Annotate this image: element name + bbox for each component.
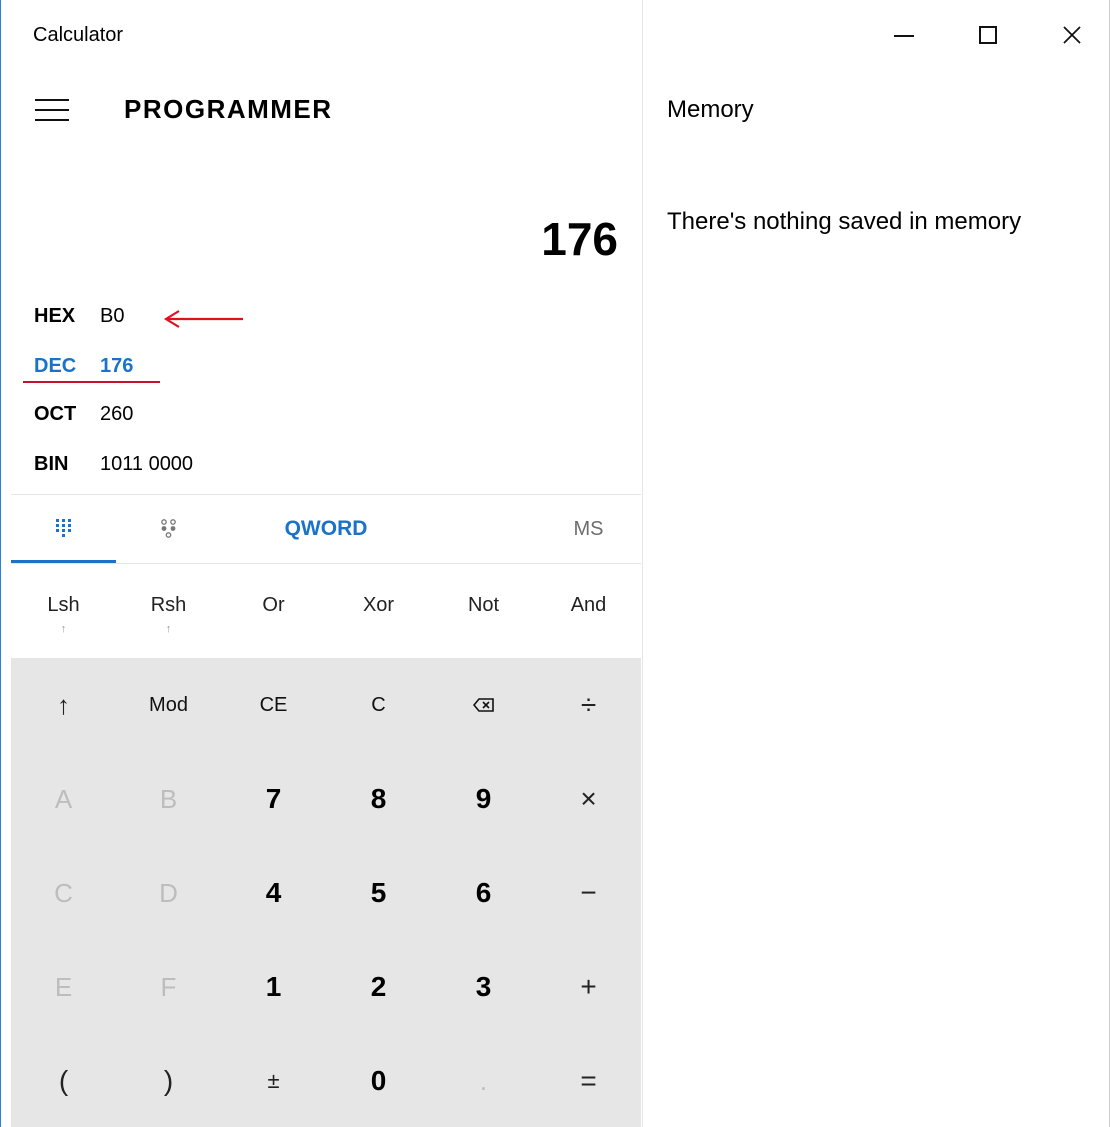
digit-6-button[interactable]: 6 (431, 846, 536, 940)
hex-b-button: B (159, 783, 178, 814)
radix-label: DEC (34, 355, 77, 377)
open-paren-button[interactable]: ( (11, 1034, 116, 1127)
calculator-window: Calculator PROGRAMMER 176 HEX B0 DEC 176… (0, 0, 1110, 1127)
radix-label: HEX (34, 305, 76, 327)
minimize-button[interactable] (876, 8, 932, 62)
display-value: 176 (541, 213, 618, 265)
radix-value: 260 (100, 403, 134, 425)
hamburger-icon-line (35, 119, 69, 121)
hex-f-button: F (160, 971, 177, 1002)
memory-store-button[interactable]: MS (536, 495, 641, 563)
radix-oct[interactable]: OCT 260 (34, 403, 133, 426)
shift-indicator: ↑ (165, 623, 172, 635)
memory-empty-message: There's nothing saved in memory (667, 208, 1022, 235)
calculator-panel: PROGRAMMER 176 HEX B0 DEC 176 OCT 260 BI… (1, 0, 643, 1127)
digit-5-button[interactable]: 5 (326, 846, 431, 940)
close-button[interactable] (1044, 8, 1100, 62)
digit-9-button[interactable]: 9 (431, 752, 536, 846)
radix-hex[interactable]: HEX B0 (34, 305, 124, 328)
digit-8-button[interactable]: 8 (326, 752, 431, 846)
xor-button[interactable]: Xor (326, 564, 431, 658)
backspace-icon (472, 698, 494, 712)
radix-value: 176 (100, 355, 134, 377)
radix-dec[interactable]: DEC 176 (34, 355, 133, 378)
digit-7-button[interactable]: 7 (221, 752, 326, 846)
maximize-icon (979, 26, 997, 44)
hamburger-menu-button[interactable] (33, 95, 71, 125)
radix-label: BIN (34, 453, 69, 475)
and-button[interactable]: And (536, 564, 641, 658)
decimal-button: . (479, 1065, 488, 1096)
bitwise-label: Or (262, 594, 285, 616)
close-icon (1063, 26, 1081, 44)
divide-button[interactable]: ÷ (536, 658, 641, 752)
backspace-button[interactable] (431, 658, 536, 752)
shift-indicator: ↑ (60, 623, 67, 635)
annotation-underline (23, 381, 160, 383)
minimize-icon (894, 35, 914, 37)
full-keypad-tab[interactable] (11, 495, 116, 563)
digit-4-button[interactable]: 4 (221, 846, 326, 940)
radix-bin[interactable]: BIN 1011 0000 (34, 453, 193, 476)
bitwise-label: Lsh (47, 594, 80, 616)
radix-label: OCT (34, 403, 77, 425)
close-paren-button[interactable]: ) (116, 1034, 221, 1127)
radix-value: B0 (100, 305, 125, 327)
radix-value: 1011 0000 (100, 453, 194, 475)
keypad: ↑ Mod CE C ÷ A B 7 8 9 × C D 4 5 6 − E F… (11, 658, 641, 1127)
bitwise-row: Lsh ↑ Rsh ↑ Or Xor Not And (11, 564, 641, 658)
mod-button[interactable]: Mod (116, 658, 221, 752)
shift-up-button[interactable]: ↑ (11, 658, 116, 752)
bitwise-label: Xor (362, 594, 395, 616)
bitwise-label: And (570, 594, 607, 616)
rsh-button[interactable]: Rsh ↑ (116, 564, 221, 658)
word-size-button[interactable]: QWORD (221, 495, 431, 563)
annotation-arrow-icon (163, 310, 243, 328)
bitwise-label: Rsh (150, 594, 187, 616)
multiply-button[interactable]: × (536, 752, 641, 846)
lsh-button[interactable]: Lsh ↑ (11, 564, 116, 658)
clear-button[interactable]: C (326, 658, 431, 752)
digit-2-button[interactable]: 2 (326, 940, 431, 1034)
hex-d-button: D (159, 877, 178, 908)
memory-title: Memory (667, 96, 754, 123)
digit-0-button[interactable]: 0 (326, 1034, 431, 1127)
hamburger-icon (35, 99, 69, 101)
digit-1-button[interactable]: 1 (221, 940, 326, 1034)
or-button[interactable]: Or (221, 564, 326, 658)
digit-3-button[interactable]: 3 (431, 940, 536, 1034)
hamburger-icon-line (35, 109, 69, 111)
bit-toggle-keypad-icon (160, 519, 176, 538)
mode-title: PROGRAMMER (124, 94, 333, 124)
hex-c-button: C (54, 877, 73, 908)
hex-e-button: E (54, 971, 73, 1002)
subtract-button[interactable]: − (536, 846, 641, 940)
hex-a-button: A (54, 783, 73, 814)
clear-entry-button[interactable]: CE (221, 658, 326, 752)
equals-button[interactable]: = (536, 1034, 641, 1127)
maximize-button[interactable] (960, 8, 1016, 62)
not-button[interactable]: Not (431, 564, 536, 658)
bit-toggle-keypad-tab[interactable] (116, 495, 221, 563)
bitwise-label: Not (467, 594, 500, 616)
negate-button[interactable]: ± (221, 1034, 326, 1127)
add-button[interactable]: + (536, 940, 641, 1034)
full-keypad-icon (55, 518, 71, 537)
keypad-mode-row: QWORD MS (11, 495, 641, 563)
